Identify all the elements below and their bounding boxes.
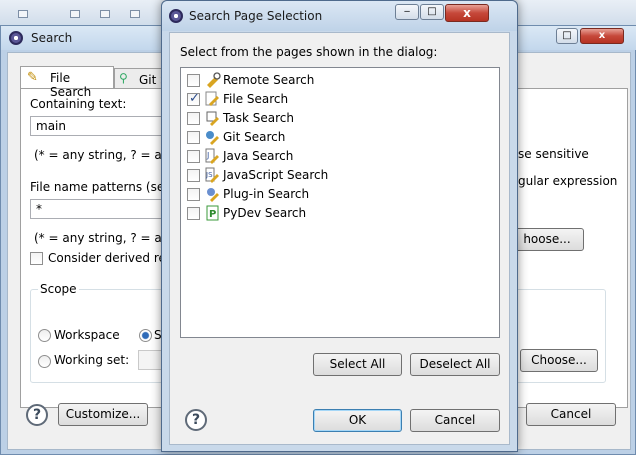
choose-working-set-button[interactable]: Choose...: [520, 349, 598, 372]
svg-text:P: P: [209, 209, 216, 220]
task-search-icon: [205, 110, 221, 126]
containing-text-input[interactable]: main: [30, 116, 170, 136]
plugin-search-checkbox[interactable]: [187, 188, 200, 201]
customize-button[interactable]: Customize...: [58, 403, 148, 426]
minimize-icon: ‒: [403, 6, 411, 17]
dialog-body: Select from the pages shown in the dialo…: [169, 32, 510, 445]
working-set-label: Working set:: [54, 353, 130, 367]
git-search-icon: [205, 129, 221, 145]
ok-button[interactable]: OK: [313, 409, 402, 432]
list-item-label: Git Search: [223, 130, 286, 144]
pydev-search-icon: P: [205, 205, 221, 221]
list-item-remote-search[interactable]: Remote Search: [187, 71, 487, 90]
containing-text-label: Containing text:: [30, 97, 127, 111]
background-icon: [70, 10, 80, 18]
cancel-button[interactable]: Cancel: [526, 403, 616, 426]
git-search-icon: ⚲: [119, 71, 128, 85]
list-item-plugin-search[interactable]: Plug-in Search: [187, 185, 487, 204]
list-item-javascript-search[interactable]: JS JavaScript Search: [187, 166, 487, 185]
close-icon: x: [463, 6, 471, 20]
javascript-search-icon: JS: [205, 167, 221, 183]
cancel-button[interactable]: Cancel: [410, 409, 500, 432]
button-label: Cancel: [550, 407, 592, 421]
maximize-icon: □: [562, 30, 572, 41]
remote-search-checkbox[interactable]: [187, 74, 200, 87]
svg-text:JS: JS: [205, 171, 213, 179]
eclipse-icon: [169, 9, 183, 23]
remote-search-icon: [205, 72, 221, 88]
background-icon: [100, 10, 110, 18]
button-label: hoose...: [523, 232, 571, 246]
svg-text:J: J: [206, 151, 209, 160]
button-label: Choose...: [531, 353, 587, 367]
minimize-button[interactable]: ‒: [395, 4, 419, 20]
checkmark-icon: ✓: [189, 91, 200, 106]
search-window-title: Search: [31, 31, 73, 45]
button-label: OK: [348, 413, 367, 427]
scope-label: Scope: [38, 282, 79, 296]
file-name-patterns-input[interactable]: *: [30, 199, 170, 219]
working-set-radio[interactable]: [38, 355, 51, 368]
list-item-label: Task Search: [223, 111, 294, 125]
maximize-icon: □: [427, 6, 437, 17]
list-item-task-search[interactable]: Task Search: [187, 109, 487, 128]
plugin-search-icon: [205, 186, 221, 202]
git-search-checkbox[interactable]: [187, 131, 200, 144]
list-item-label: File Search: [223, 92, 289, 106]
eclipse-icon: [9, 31, 23, 45]
button-label: Select All: [329, 357, 386, 371]
javascript-search-checkbox[interactable]: [187, 169, 200, 182]
workspace-radio[interactable]: [38, 329, 51, 342]
help-icon[interactable]: ?: [185, 409, 207, 431]
list-item-label: Plug-in Search: [223, 187, 310, 201]
dialog-close-button[interactable]: x: [445, 4, 489, 22]
button-label: Deselect All: [419, 357, 491, 371]
list-item-label: Remote Search: [223, 73, 315, 87]
help-icon[interactable]: ?: [26, 404, 48, 426]
pydev-search-checkbox[interactable]: [187, 207, 200, 220]
case-sensitive-label: se sensitive: [518, 147, 589, 161]
java-search-checkbox[interactable]: [187, 150, 200, 163]
consider-derived-checkbox[interactable]: [30, 252, 43, 265]
button-label: Cancel: [434, 413, 476, 427]
file-search-icon: [205, 91, 221, 107]
java-search-icon: J: [205, 148, 221, 164]
choose-extensions-button[interactable]: hoose...: [510, 228, 584, 251]
maximize-button[interactable]: □: [556, 28, 578, 44]
maximize-button[interactable]: □: [420, 4, 444, 20]
dialog-title: Search Page Selection: [189, 9, 323, 23]
select-all-button[interactable]: Select All: [313, 353, 402, 376]
search-pages-list[interactable]: Remote Search ✓ File Search Task Search …: [180, 67, 500, 338]
background-icon: [18, 10, 28, 18]
task-search-checkbox[interactable]: [187, 112, 200, 125]
dialog-titlebar: Search Page Selection ‒ □ x: [162, 1, 517, 31]
list-item-label: Java Search: [223, 149, 294, 163]
button-label: Customize...: [65, 407, 141, 421]
background-icon: [130, 10, 140, 18]
tab-label: File Search: [50, 71, 92, 99]
search-page-selection-dialog: Search Page Selection ‒ □ x Select from …: [161, 0, 518, 452]
list-item-label: JavaScript Search: [223, 168, 329, 182]
list-item-label: PyDev Search: [223, 206, 307, 220]
selected-resources-radio[interactable]: [139, 329, 152, 342]
file-search-checkbox[interactable]: ✓: [187, 91, 200, 106]
close-icon: x: [598, 30, 606, 41]
tab-file-search[interactable]: ✎ File Search: [20, 66, 114, 99]
list-item-file-search[interactable]: ✓ File Search: [187, 90, 487, 109]
workspace-label: Workspace: [54, 328, 120, 342]
file-search-icon: ✎: [27, 70, 38, 85]
close-button[interactable]: x: [580, 28, 624, 44]
list-item-pydev-search[interactable]: P PyDev Search: [187, 204, 487, 223]
dialog-instruction: Select from the pages shown in the dialo…: [180, 45, 438, 59]
regular-expression-label: gular expression: [518, 174, 618, 188]
deselect-all-button[interactable]: Deselect All: [410, 353, 500, 376]
list-item-java-search[interactable]: J Java Search: [187, 147, 487, 166]
list-item-git-search[interactable]: Git Search: [187, 128, 487, 147]
